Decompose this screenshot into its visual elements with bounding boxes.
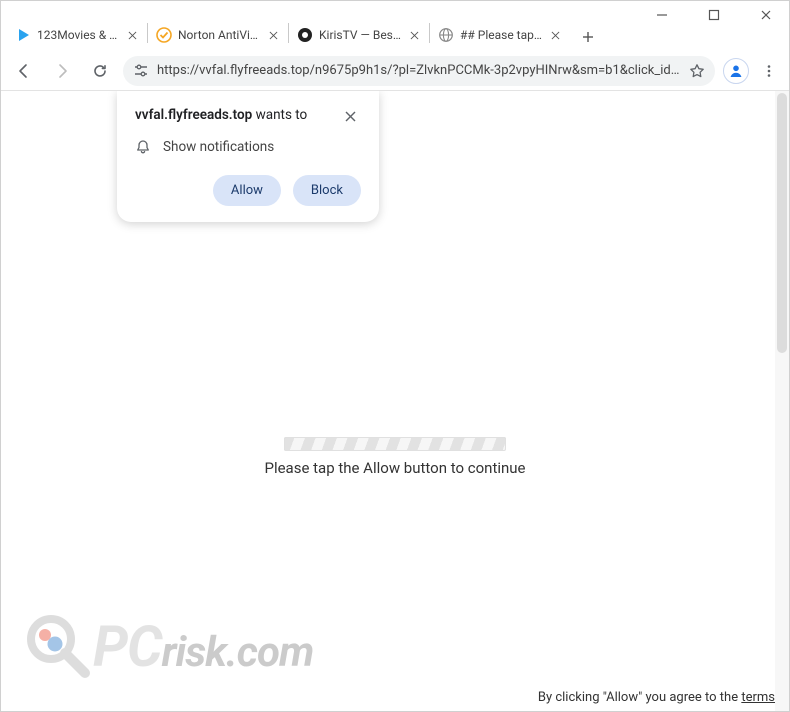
page-caption: Please tap the Allow button to continue	[264, 459, 525, 477]
notification-permission-popup: vvfal.flyfreeads.top wants to Show notif…	[117, 91, 379, 222]
tab-1[interactable]: Norton AntiVirus	[148, 19, 288, 51]
tab-title: Norton AntiVirus	[178, 28, 260, 42]
watermark-logo: PCrisk.com	[21, 611, 313, 683]
window-controls	[1, 1, 789, 15]
tab-title: ## Please tap the	[460, 28, 542, 42]
tab-close-button[interactable]	[548, 28, 562, 42]
tab-0[interactable]: 123Movies & Mo	[7, 19, 147, 51]
tab-2[interactable]: KirisTV — Best W	[289, 19, 429, 51]
play-triangle-icon	[15, 27, 31, 43]
url-text: https://vvfal.flyfreeads.top/n9675p9h1s/…	[157, 63, 681, 78]
globe-icon	[438, 27, 454, 43]
tab-close-button[interactable]	[407, 28, 421, 42]
watermark-com: .com	[226, 628, 313, 677]
tab-close-button[interactable]	[125, 28, 139, 42]
scrollbar[interactable]	[775, 91, 789, 711]
forward-button[interactable]	[47, 56, 77, 86]
norton-check-icon	[156, 27, 172, 43]
tab-strip: 123Movies & Mo Norton AntiVirus KirisTV …	[1, 15, 789, 51]
loading-bar	[284, 437, 506, 451]
permission-origin-text: vvfal.flyfreeads.top wants to	[135, 107, 307, 123]
bell-icon	[135, 139, 151, 155]
browser-menu-button[interactable]	[757, 56, 781, 86]
bookmark-star-icon[interactable]	[689, 63, 705, 79]
new-tab-button[interactable]	[574, 23, 602, 51]
tab-close-button[interactable]	[266, 28, 280, 42]
back-button[interactable]	[9, 56, 39, 86]
consent-text: By clicking "Allow" you agree to the ter…	[538, 690, 775, 705]
tab-title: 123Movies & Mo	[37, 28, 119, 42]
allow-button[interactable]: Allow	[213, 175, 281, 206]
tab-3-active[interactable]: ## Please tap the	[430, 19, 570, 51]
site-settings-icon[interactable]	[133, 63, 149, 79]
reload-button[interactable]	[85, 56, 115, 86]
magnifier-bug-icon	[21, 611, 93, 683]
permission-label: Show notifications	[163, 139, 274, 155]
browser-window: 123Movies & Mo Norton AntiVirus KirisTV …	[0, 0, 790, 712]
terms-link[interactable]: terms	[741, 690, 775, 705]
scrollbar-thumb[interactable]	[777, 93, 787, 353]
watermark-r: r	[162, 628, 176, 677]
circle-dot-icon	[297, 27, 313, 43]
popup-close-button[interactable]	[345, 107, 361, 123]
watermark-pc: PC	[93, 614, 162, 680]
toolbar: https://vvfal.flyfreeads.top/n9675p9h1s/…	[1, 51, 789, 91]
profile-button[interactable]	[723, 58, 749, 84]
address-bar[interactable]: https://vvfal.flyfreeads.top/n9675p9h1s/…	[123, 56, 715, 86]
watermark-isk: isk	[176, 628, 226, 677]
page-viewport: vvfal.flyfreeads.top wants to Show notif…	[1, 91, 789, 711]
block-button[interactable]: Block	[293, 175, 361, 206]
tab-title: KirisTV — Best W	[319, 28, 401, 42]
